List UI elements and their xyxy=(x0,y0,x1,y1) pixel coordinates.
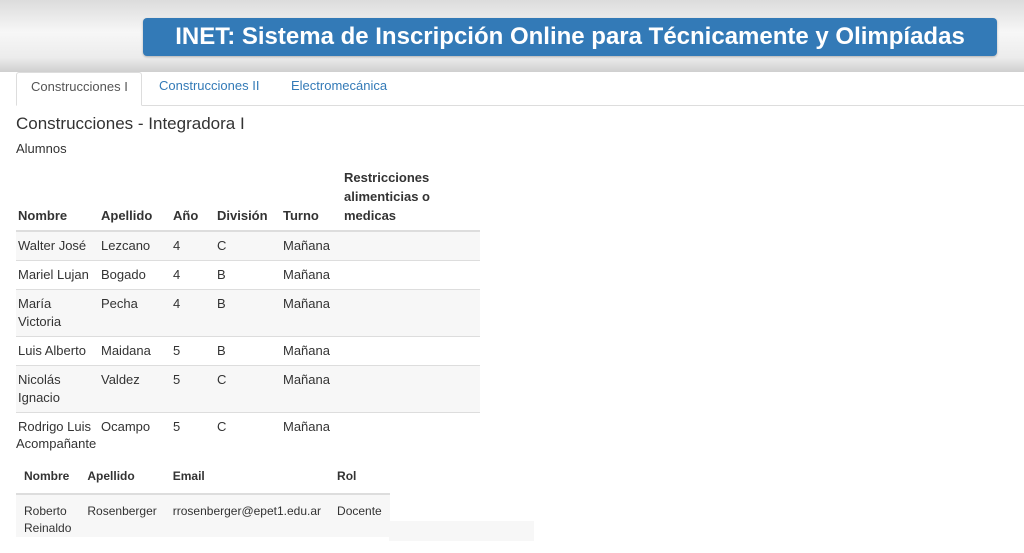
students-table: Nombre Apellido Año División Turno Restr… xyxy=(16,168,480,441)
table-row: María Victoria Pecha 4 B Mañana xyxy=(16,289,480,337)
header-email: Email xyxy=(164,467,330,495)
cell-email: rrosenberger@epet1.edu.ar xyxy=(164,494,330,537)
cell-anio: 4 xyxy=(171,230,215,261)
header-banner: INET: Sistema de Inscripción Online para… xyxy=(0,0,1024,72)
header-apellido: Apellido xyxy=(99,168,171,232)
cell-apellido: Rosenberger xyxy=(79,494,165,537)
cell-turno: Mañana xyxy=(281,230,342,261)
cell-nombre: María Victoria xyxy=(16,289,99,337)
app-title: INET: Sistema de Inscripción Online para… xyxy=(143,18,997,56)
cell-apellido: Pecha xyxy=(99,289,171,337)
cell-restricciones xyxy=(342,260,480,290)
cell-apellido: Bogado xyxy=(99,260,171,290)
companions-label: Acompañante xyxy=(16,436,97,451)
students-label: Alumnos xyxy=(16,141,67,156)
cell-nombre: Roberto Reinaldo xyxy=(16,494,80,537)
tab-construcciones-ii[interactable]: Construcciones II xyxy=(159,72,259,105)
header-turno: Turno xyxy=(281,168,342,232)
header-nombre: Nombre xyxy=(16,168,99,232)
cell-anio: 5 xyxy=(171,365,215,413)
header-rol: Rol xyxy=(329,467,390,495)
cell-anio: 4 xyxy=(171,289,215,337)
cell-nombre: Mariel Lujan xyxy=(16,260,99,290)
cell-turno: Mañana xyxy=(281,336,342,366)
companions-table: Nombre Apellido Email Rol Roberto Reinal… xyxy=(16,467,390,537)
cell-turno: Mañana xyxy=(281,412,342,441)
cell-restricciones xyxy=(342,365,480,413)
section-title: Construcciones - Integradora I xyxy=(16,114,245,133)
cell-turno: Mañana xyxy=(281,289,342,337)
cell-division: C xyxy=(215,412,281,441)
cell-anio: 4 xyxy=(171,260,215,290)
cell-nombre: Luis Alberto xyxy=(16,336,99,366)
header-restricciones: Restricciones alimenticias o medicas xyxy=(342,168,480,232)
cell-apellido: Valdez xyxy=(99,365,171,413)
cell-nombre: Nicolás Ignacio xyxy=(16,365,99,413)
table-row: Roberto Reinaldo Rosenberger rrosenberge… xyxy=(16,494,390,537)
header-division: División xyxy=(215,168,281,232)
cell-division: B xyxy=(215,260,281,290)
table-row: Nicolás Ignacio Valdez 5 C Mañana xyxy=(16,365,480,413)
cell-division: C xyxy=(215,230,281,261)
cell-apellido: Ocampo xyxy=(99,412,171,441)
cell-division: C xyxy=(215,365,281,413)
table-row: Luis Alberto Maidana 5 B Mañana xyxy=(16,336,480,366)
header-anio: Año xyxy=(171,168,215,232)
cell-restricciones xyxy=(342,336,480,366)
table-row: Walter José Lezcano 4 C Mañana xyxy=(16,230,480,261)
cell-rol: Docente xyxy=(329,494,390,537)
cell-apellido: Lezcano xyxy=(99,230,171,261)
cell-turno: Mañana xyxy=(281,260,342,290)
cell-anio: 5 xyxy=(171,336,215,366)
table-header-row: Nombre Apellido Año División Turno Restr… xyxy=(16,168,480,232)
cell-turno: Mañana xyxy=(281,365,342,413)
cell-division: B xyxy=(215,289,281,337)
header-apellido: Apellido xyxy=(79,467,165,495)
cell-division: B xyxy=(215,336,281,366)
table-row: Mariel Lujan Bogado 4 B Mañana xyxy=(16,260,480,290)
table-header-row: Nombre Apellido Email Rol xyxy=(16,467,390,495)
cell-anio: 5 xyxy=(171,412,215,441)
cell-restricciones xyxy=(342,412,480,441)
tab-electromecanica[interactable]: Electromecánica xyxy=(291,72,387,105)
tab-construcciones-i[interactable]: Construcciones I xyxy=(16,72,142,106)
cell-restricciones xyxy=(342,230,480,261)
cell-restricciones xyxy=(342,289,480,337)
header-nombre: Nombre xyxy=(16,467,80,495)
tab-bar: Construcciones I Construcciones II Elect… xyxy=(16,72,1024,106)
row-background-strip xyxy=(389,521,534,541)
cell-nombre: Walter José xyxy=(16,230,99,261)
cell-apellido: Maidana xyxy=(99,336,171,366)
